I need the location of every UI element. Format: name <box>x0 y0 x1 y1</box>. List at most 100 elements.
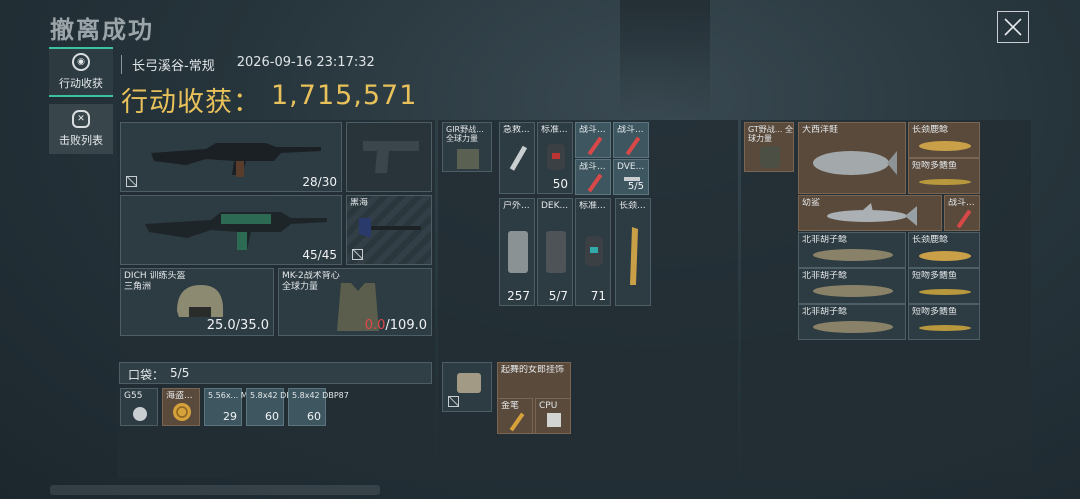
earnings-value: 1,715,571 <box>271 80 418 111</box>
pocket-item-count: 60 <box>307 410 321 423</box>
shark-icon <box>827 203 917 226</box>
primary-ammo: 28/30 <box>302 175 337 189</box>
melee-label: 黑海 <box>350 198 369 208</box>
loot-item[interactable]: 短吻多鳍鱼 <box>908 304 980 340</box>
bag-item[interactable]: 户外... 257 <box>499 198 535 306</box>
bag-item-label: 长颈... <box>619 201 646 211</box>
armor-text: MK-2战术背心 全球力量 <box>282 271 340 293</box>
charm-item[interactable]: 金笔 <box>497 398 533 434</box>
loot-item[interactable]: 长颈鹿鲶 <box>908 232 980 268</box>
bag-item-count: 5/7 <box>548 289 568 303</box>
helmet-origin: 三角洲 <box>124 282 152 292</box>
pistol-icon <box>363 141 419 173</box>
earnings: 行动收获： 1,715,571 <box>121 80 417 119</box>
fish-icon <box>919 289 971 295</box>
pocket-item[interactable]: 5.8x42 DBP87 60 <box>246 388 307 426</box>
pen-icon <box>509 412 525 432</box>
pouch-slot[interactable] <box>442 362 492 412</box>
not-insured-icon <box>126 176 137 187</box>
melee-slot[interactable]: 黑海 <box>346 195 432 265</box>
rig-item[interactable]: 急救... <box>499 122 535 194</box>
bag-item-label: DEK... <box>541 201 569 211</box>
pocket-item[interactable]: 海盗... <box>162 388 200 426</box>
rifle-icon <box>151 143 321 177</box>
tab-loot[interactable]: ◉ 行动收获 <box>49 47 113 97</box>
armor-plate-icon <box>585 236 603 266</box>
rig-icon <box>457 149 479 169</box>
armor-origin: 全球力量 <box>282 282 319 292</box>
rig-item[interactable]: 战斗... <box>613 122 649 158</box>
rig-item[interactable]: DVE... 5/5 <box>613 159 649 195</box>
fish-icon <box>919 179 971 185</box>
loot-item[interactable]: 长颈鹿鲶 <box>908 122 980 158</box>
rig-item-count: 5/5 <box>627 181 644 192</box>
armor-durability-max: /109.0 <box>385 318 427 333</box>
cpu-icon <box>547 413 561 427</box>
pocket-item-label: G55 <box>124 391 143 401</box>
syringe-icon <box>956 209 972 229</box>
primary-weapon-slot[interactable]: 28/30 <box>120 122 342 192</box>
giraffe-icon <box>630 227 638 285</box>
salmon-icon <box>813 151 897 175</box>
backpack-slot[interactable]: GT野战... 全球力量 <box>744 122 794 172</box>
pocket-item-label: 5.8x42 DBP87 <box>292 391 349 400</box>
fish-icon <box>919 325 971 331</box>
backpack-icon <box>760 146 780 168</box>
bag-item[interactable]: DEK... 5/7 <box>537 198 573 306</box>
loot-item-label: 幼鲨 <box>802 198 821 208</box>
loot-item[interactable]: 北非胡子鲶 <box>798 232 906 268</box>
loot-item[interactable]: 北非胡子鲶 <box>798 268 906 304</box>
charm-item[interactable]: CPU <box>535 398 571 434</box>
pistol-slot[interactable] <box>346 122 432 192</box>
chest-rig-label: GIR野战... 全球力量 <box>446 125 484 143</box>
rig-item[interactable]: 标准... 50 <box>537 122 573 194</box>
loot-item[interactable]: 战斗... <box>944 195 980 231</box>
pocket-item[interactable]: G55 <box>120 388 158 426</box>
close-button[interactable] <box>997 11 1029 43</box>
pocket-item[interactable]: 5.8x42 DBP87 60 <box>288 388 349 426</box>
tab-kills-label: 击败列表 <box>59 134 103 147</box>
loot-item[interactable]: 短吻多鳍鱼 <box>908 268 980 304</box>
pouch-icon <box>457 373 481 393</box>
tab-loot-label: 行动收获 <box>59 77 103 90</box>
loot-item-label: 短吻多鳍鱼 <box>912 161 958 171</box>
footer-text-blurred <box>50 485 380 495</box>
map-name: 长弓溪谷-常规 <box>132 59 215 74</box>
rig-item[interactable]: 战斗... <box>575 122 611 158</box>
catfish-icon <box>813 285 893 297</box>
grenade-icon <box>133 407 147 421</box>
catfish-icon <box>813 321 893 333</box>
pocket-value: 5/5 <box>170 366 190 380</box>
syringe-icon <box>509 145 528 171</box>
rig-item[interactable]: 战斗... <box>575 159 611 195</box>
tab-kills[interactable]: ✕ 击败列表 <box>49 104 113 154</box>
medkit-icon <box>508 231 528 273</box>
bag-item[interactable]: 标准... 71 <box>575 198 611 306</box>
bag-item-label: 户外... <box>503 201 530 211</box>
loot-item[interactable]: 幼鲨 <box>798 195 942 231</box>
rig-item-count: 50 <box>552 177 568 191</box>
loot-item[interactable]: 大西洋鲑 <box>798 122 906 194</box>
skull-icon: ✕ <box>72 110 90 128</box>
loot-item[interactable]: 北非胡子鲶 <box>798 304 906 340</box>
armor-slot[interactable]: MK-2战术背心 全球力量 0.0/109.0 <box>278 268 432 336</box>
loot-item-label: 短吻多鳍鱼 <box>912 307 958 317</box>
secondary-weapon-slot[interactable]: 45/45 <box>120 195 342 265</box>
bag-item-count: 71 <box>590 289 606 303</box>
bag-item[interactable]: 长颈... <box>615 198 651 306</box>
match-info: 长弓溪谷-常规 2026-09-16 23:17:32 <box>121 55 375 74</box>
helmet-slot[interactable]: DICH 训练头盔 三角洲 25.0/35.0 <box>120 268 274 336</box>
not-insured-icon <box>352 249 363 260</box>
background-tree <box>620 0 710 120</box>
chest-rig-slot[interactable]: GIR野战... 全球力量 <box>442 122 492 172</box>
earnings-label: 行动收获： <box>121 87 261 118</box>
pocket-bar: 口袋： 5/5 <box>119 362 432 384</box>
loot-item[interactable]: 短吻多鳍鱼 <box>908 158 980 194</box>
loot-item-label: 大西洋鲑 <box>802 125 839 135</box>
syringe-icon <box>587 136 603 156</box>
target-icon: ◉ <box>72 53 90 71</box>
bag-item-count: 257 <box>507 289 530 303</box>
armor-plate-icon <box>547 144 565 170</box>
pocket-item[interactable]: 5.56x... M855 29 <box>204 388 263 426</box>
armor-durability-current: 0.0 <box>364 318 386 333</box>
